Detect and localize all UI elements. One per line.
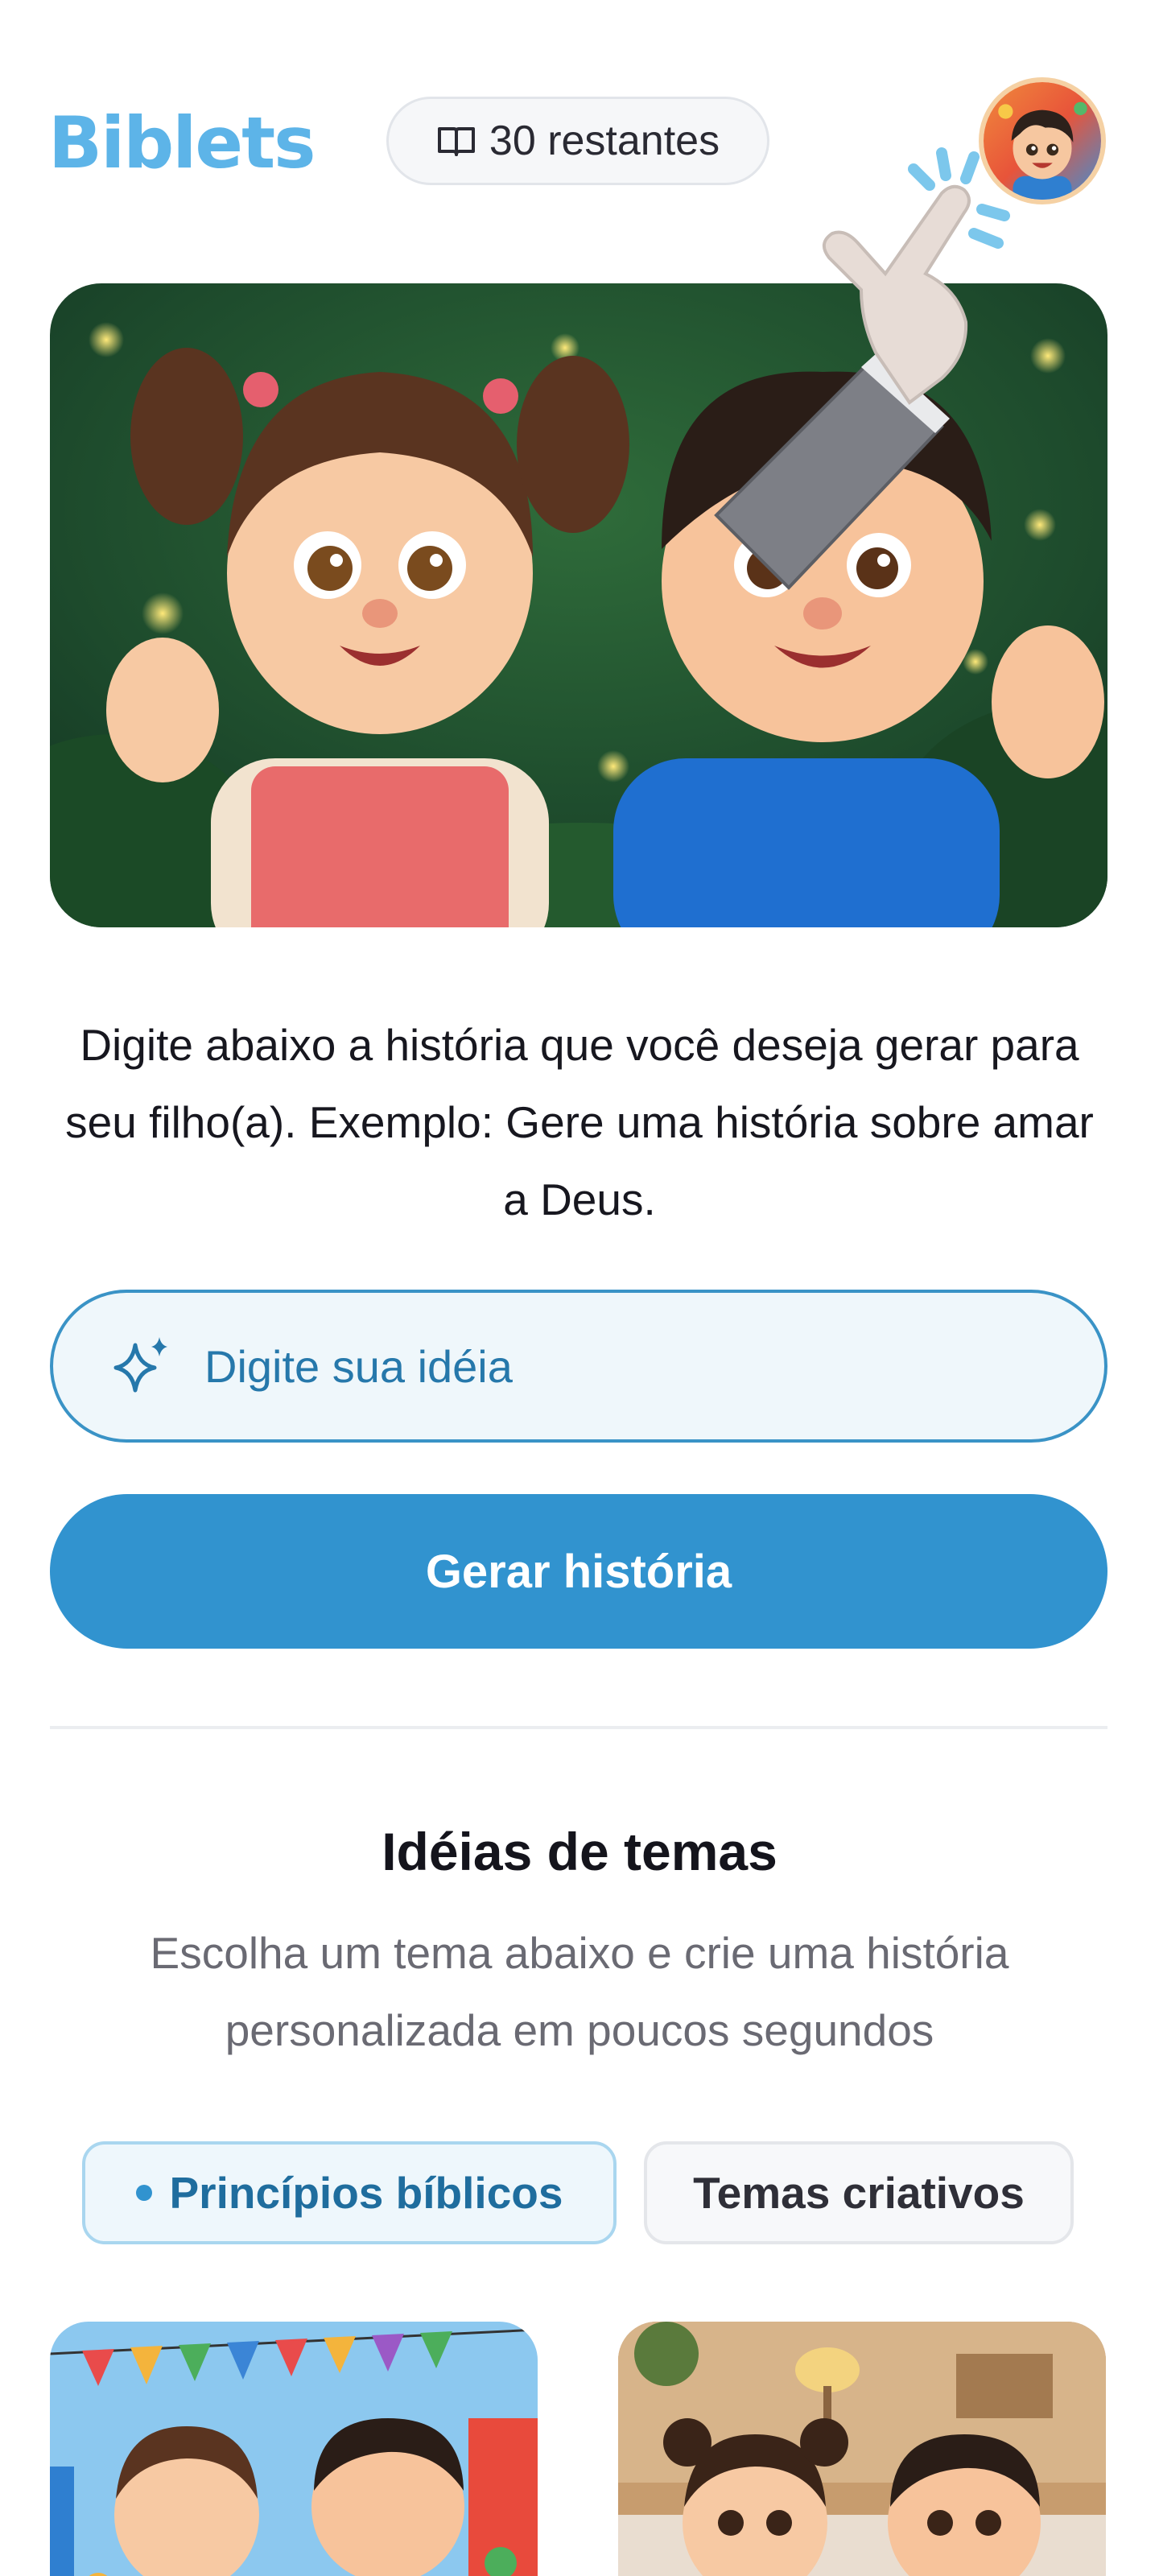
- theme-card[interactable]: [50, 2322, 538, 2576]
- sparkles-icon: [113, 1337, 167, 1393]
- avatar-image: [984, 82, 1101, 200]
- tab-biblical-principles[interactable]: Princípios bíblicos: [82, 2141, 617, 2244]
- tab-label: Princípios bíblicos: [169, 2168, 563, 2218]
- themes-title: Idéias de temas: [382, 1822, 777, 1881]
- section-divider: [50, 1726, 1107, 1729]
- tab-label: Temas criativos: [693, 2168, 1025, 2218]
- top-bar: Biblets 30 restantes: [0, 0, 1159, 258]
- tab-creative-themes[interactable]: Temas criativos: [644, 2141, 1074, 2244]
- credits-count: 30 restantes: [489, 118, 720, 164]
- theme-card-image: [50, 2322, 538, 2576]
- app-logo[interactable]: Biblets: [48, 103, 316, 184]
- hero-image: [50, 283, 1107, 927]
- idea-input-field[interactable]: [50, 1290, 1107, 1443]
- instruction-text: Digite abaixo a história que você deseja…: [65, 1020, 1094, 1224]
- themes-subtitle: Escolha um tema abaixo e crie uma histór…: [150, 1928, 1009, 2055]
- generate-story-button[interactable]: Gerar história: [50, 1494, 1107, 1649]
- credits-badge[interactable]: 30 restantes: [386, 97, 769, 185]
- profile-avatar[interactable]: [979, 77, 1106, 204]
- book-open-icon: [437, 127, 475, 156]
- idea-input[interactable]: [204, 1340, 1009, 1393]
- theme-card[interactable]: [618, 2322, 1106, 2576]
- app-screen: Biblets 30 restantes Digite abaixo a his…: [0, 0, 1159, 2576]
- dot-icon: [135, 2185, 152, 2201]
- theme-card-image: [618, 2322, 1106, 2576]
